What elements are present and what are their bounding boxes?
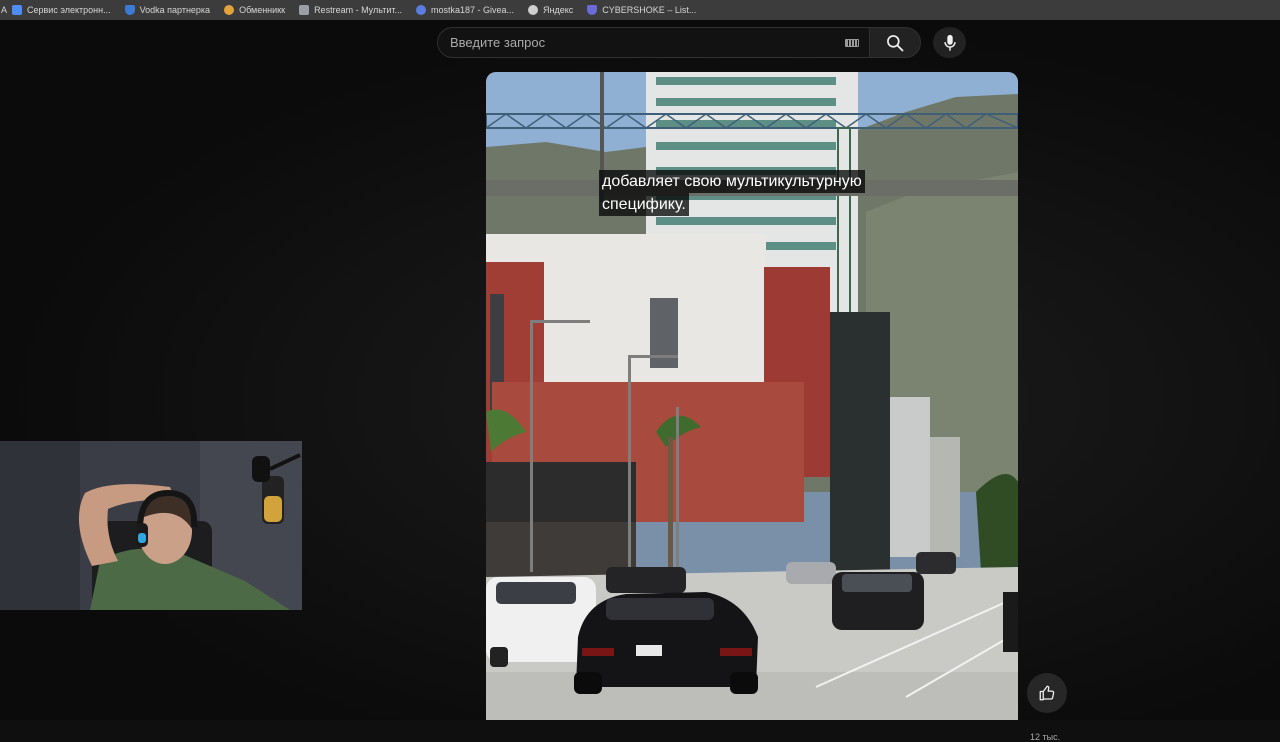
webcam-overlay [0, 441, 302, 610]
shorts-page: добавляет свою мультикультурную специфик… [0, 20, 1280, 742]
video-caption: добавляет свою мультикультурную специфик… [599, 170, 865, 216]
bookmarks-bar: A Сервис электронн... Vodka партнерка Об… [0, 0, 1280, 20]
thumbs-up-icon [1039, 685, 1055, 701]
voice-search-button[interactable] [933, 27, 966, 58]
yandex-icon [528, 5, 539, 15]
bookmark-item[interactable]: Обменникк [219, 0, 294, 20]
search-button[interactable] [869, 27, 921, 58]
webcam-feed [0, 441, 302, 610]
search-icon [887, 34, 904, 51]
caption-line-1: добавляет свою мультикультурную [599, 170, 865, 193]
bookmarks-lead: A [1, 5, 8, 15]
bookmark-label: mostka187 - Givea... [430, 5, 515, 15]
restream-icon [299, 5, 310, 15]
bookmark-item[interactable]: mostka187 - Givea... [411, 0, 523, 20]
bookmark-label: Сервис электронн... [27, 5, 111, 15]
bookmark-item[interactable]: CYBERSHOKE – List... [582, 0, 705, 20]
search-box [437, 27, 869, 58]
microphone-icon [943, 34, 956, 51]
caption-line-2: специфику. [599, 193, 689, 216]
like-count: 12 тыс. [1030, 732, 1061, 742]
bookmark-item[interactable]: Яндекс [523, 0, 582, 20]
exchange-icon [224, 5, 235, 15]
search-input[interactable] [438, 34, 832, 51]
keyboard-icon[interactable] [845, 39, 859, 47]
bookmark-label: CYBERSHOKE – List... [602, 5, 697, 15]
globe-icon [415, 5, 426, 15]
bookmark-item[interactable]: Restream - Мультит... [294, 0, 411, 20]
doc-icon [12, 5, 23, 15]
shield-icon [124, 5, 135, 15]
like-button[interactable] [1027, 673, 1067, 713]
cybershoke-icon [587, 5, 598, 15]
bookmark-label: Vodka партнерка [139, 5, 211, 15]
bookmark-item[interactable]: Сервис электронн... [7, 0, 120, 20]
bookmark-label: Обменникк [239, 5, 286, 15]
bookmark-label: Яндекс [543, 5, 574, 15]
bookmark-label: Restream - Мультит... [314, 5, 402, 15]
bookmark-item[interactable]: Vodka партнерка [120, 0, 219, 20]
